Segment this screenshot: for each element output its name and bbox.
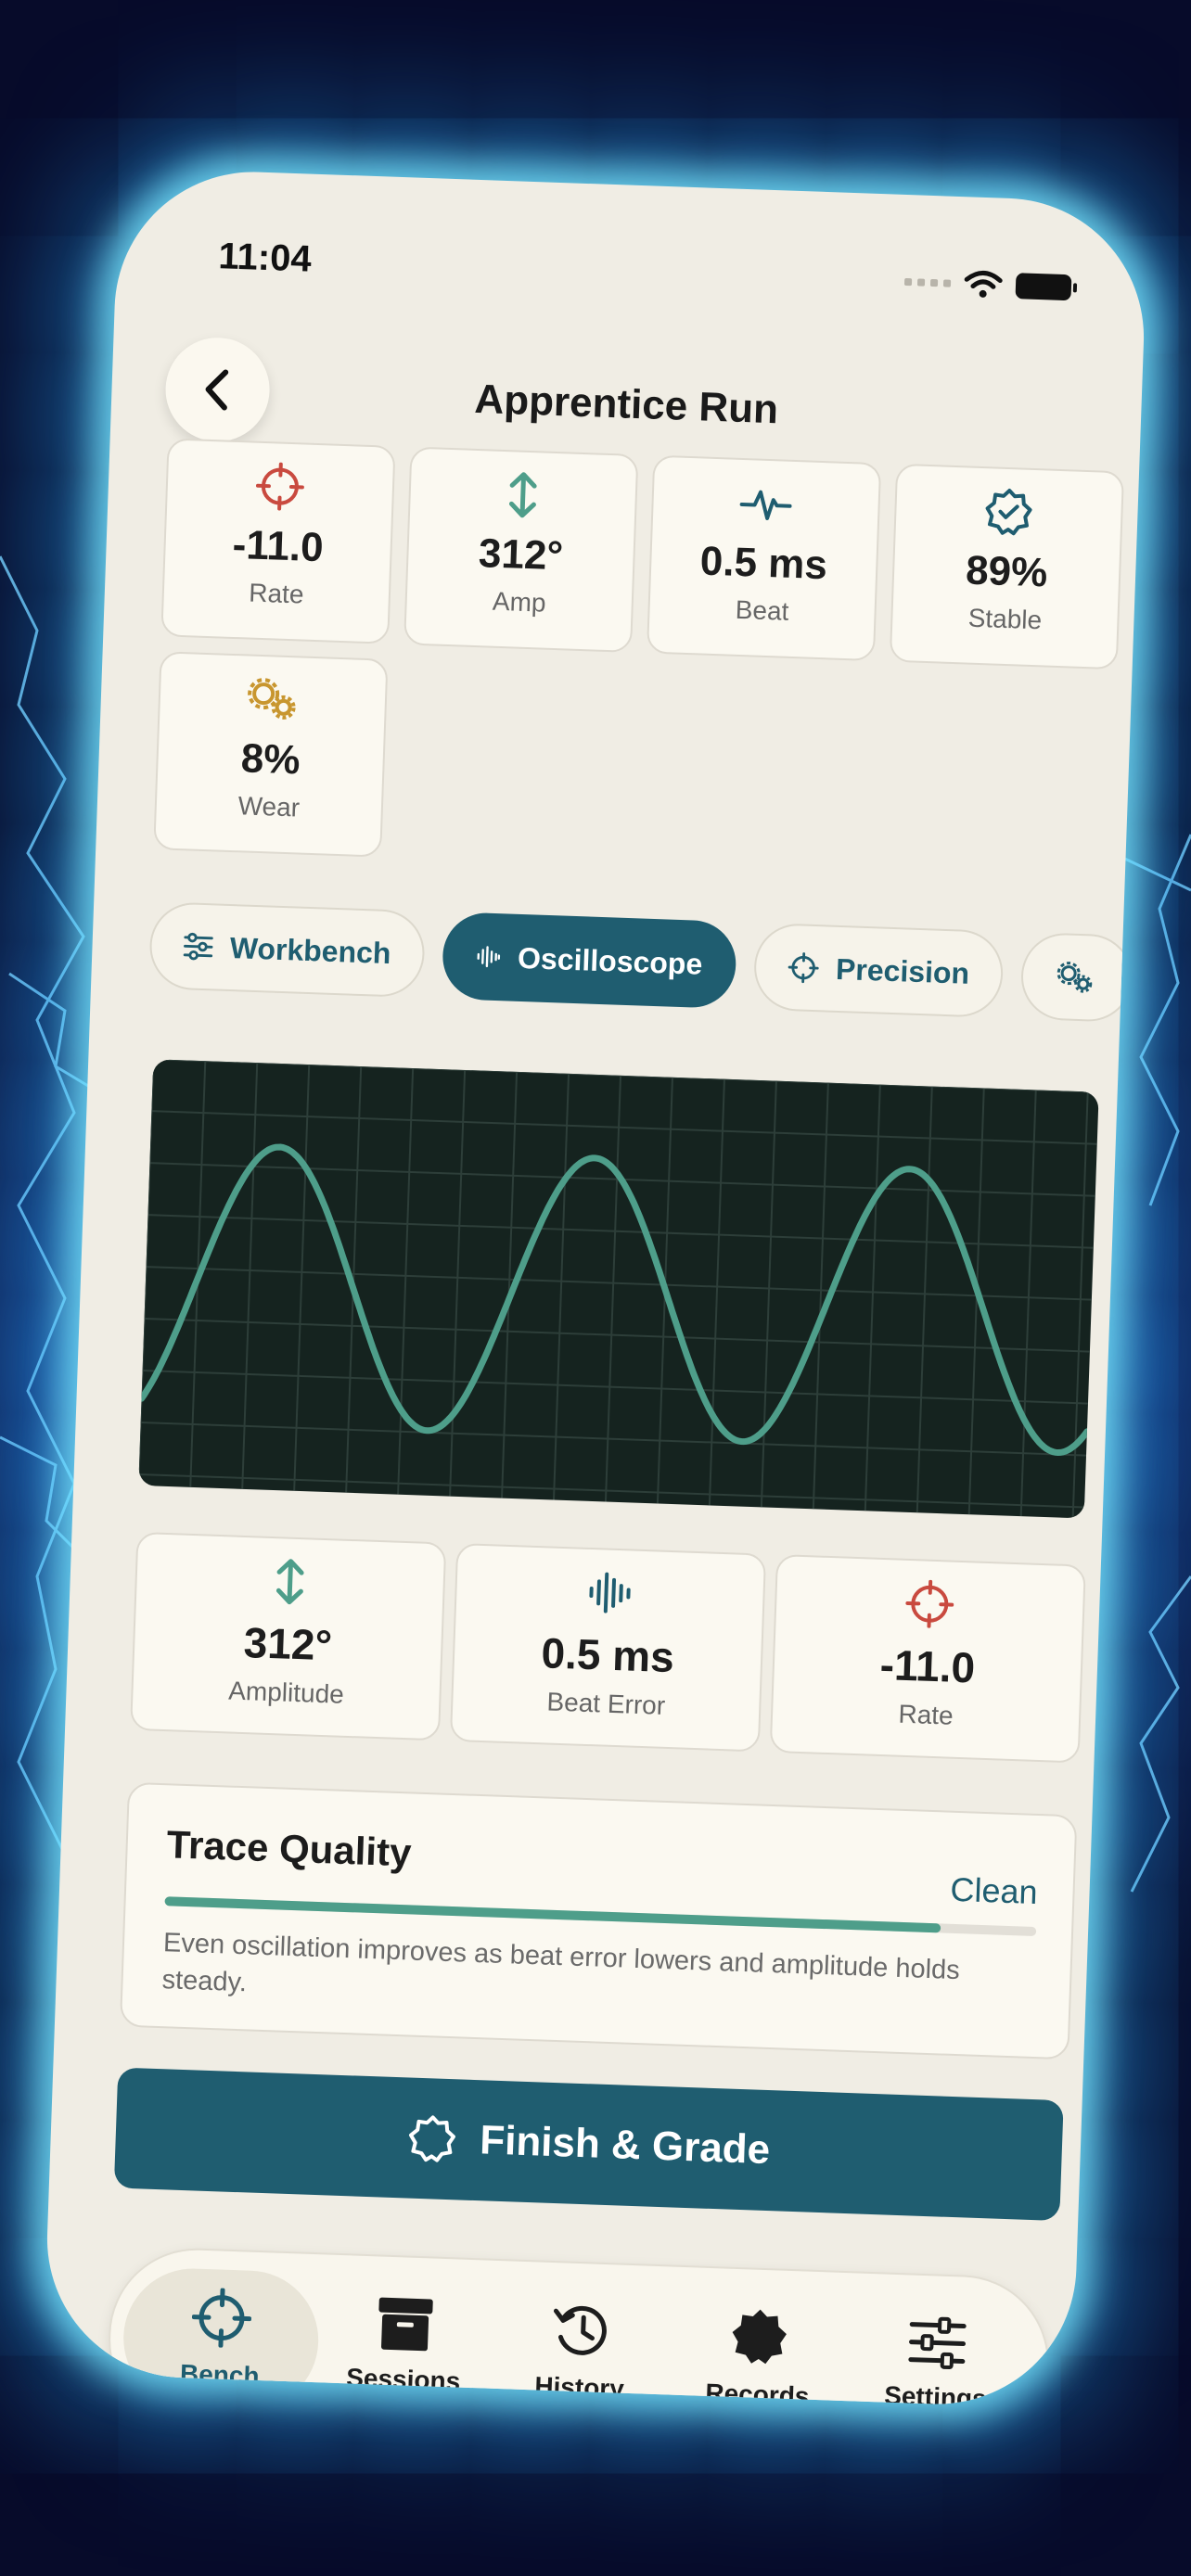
gears-icon: [248, 678, 296, 720]
grid-line: [138, 1473, 1085, 1509]
grid-line: [146, 1266, 1092, 1301]
phone-frame: 11:04 Apprentice Run -11.0 Rate 312° Amp…: [42, 167, 1149, 2409]
metric-value: -11.0: [231, 521, 325, 571]
waveform-icon: [477, 946, 501, 968]
trace-quality-card: Trace Quality Clean Even oscillation imp…: [119, 1781, 1078, 2060]
metric-card-amp: 312° Amp: [403, 446, 639, 653]
crosshair-icon: [905, 1579, 954, 1628]
oscilloscope-display: [138, 1059, 1099, 1519]
crosshair-icon: [191, 2288, 252, 2349]
pulse-icon: [739, 490, 792, 520]
status-time: 11:04: [217, 236, 313, 280]
metric-card-rate: -11.0 Rate: [160, 438, 396, 644]
vertical-arrows-icon: [275, 1559, 304, 1605]
trace-quality-description: Even oscillation improves as beat error …: [161, 1928, 961, 1998]
verified-badge-icon: [985, 489, 1032, 536]
grid-line: [864, 1084, 881, 1511]
waveform-trace: [138, 1143, 1091, 1457]
metric-card-beat: 0.5 ms Beat: [646, 454, 882, 662]
metric-label: Amp: [492, 586, 547, 618]
metric-value: 0.5 ms: [699, 538, 828, 589]
metric-card-stable: 89% Stable: [889, 463, 1125, 670]
crosshair-icon: [255, 462, 304, 511]
badge-outline-icon: [408, 2115, 455, 2162]
tab-label: Oscilloscope: [517, 940, 703, 981]
readout-amplitude: 312° Amplitude: [130, 1531, 447, 1741]
signal-dots-icon: [903, 277, 952, 287]
readout-value: 312°: [242, 1618, 333, 1670]
tab-workbench[interactable]: Workbench: [147, 901, 427, 999]
status-icons: [903, 267, 1072, 302]
sliders-icon: [908, 2316, 967, 2370]
grid-line: [604, 1075, 622, 1502]
tab-label: Workbench: [229, 930, 392, 970]
grid-line: [138, 1059, 155, 1486]
metric-label: Stable: [967, 603, 1043, 635]
grid-line: [1071, 1091, 1089, 1519]
app-screen: 11:04 Apprentice Run -11.0 Rate 312° Amp…: [42, 167, 1149, 2409]
tab-precision[interactable]: Precision: [752, 922, 1005, 1019]
grid-line: [144, 1318, 1090, 1353]
metric-value: 8%: [240, 735, 301, 784]
nav-item-records[interactable]: Records: [668, 2267, 851, 2409]
seal-badge-icon: [732, 2309, 787, 2365]
trace-quality-fill: [164, 1896, 941, 1933]
oscilloscope-trace: [138, 1059, 1099, 1519]
status-bar: 11:04: [217, 236, 1072, 321]
metric-label: Wear: [237, 791, 301, 823]
metric-card-wear: 8% Wear: [153, 651, 389, 858]
readout-rate: -11.0 Rate: [769, 1553, 1086, 1764]
grid-line: [397, 1067, 415, 1495]
archive-box-icon: [378, 2297, 433, 2352]
readout-label: Amplitude: [227, 1676, 345, 1709]
metric-value: 89%: [965, 547, 1049, 596]
waveform-icon: [589, 1572, 631, 1613]
vertical-arrows-icon: [508, 472, 537, 518]
tab-label: Precision: [835, 951, 970, 990]
page-title: Apprentice Run: [473, 376, 779, 433]
nav-item-settings[interactable]: Settings: [845, 2273, 1028, 2409]
grid-line: [142, 1370, 1089, 1405]
wifi-icon: [964, 270, 1003, 298]
grid-line: [151, 1110, 1097, 1145]
trace-quality-status: Clean: [949, 1869, 1039, 1912]
crosshair-icon: [788, 952, 819, 984]
gears-icon: [1057, 962, 1093, 993]
battery-icon: [1015, 273, 1072, 301]
nav-item-history[interactable]: History: [490, 2261, 672, 2409]
readout-label: Rate: [898, 1699, 954, 1730]
readout-label: Beat Error: [546, 1687, 666, 1720]
tab-oscilloscope[interactable]: Oscilloscope: [441, 912, 737, 1010]
readout-value: -11.0: [878, 1639, 977, 1692]
finish-grade-button[interactable]: Finish & Grade: [113, 2067, 1064, 2222]
metric-label: Beat: [735, 594, 789, 626]
history-clock-icon: [553, 2305, 607, 2355]
metric-value: 312°: [478, 530, 564, 580]
trace-quality-title: Trace Quality: [165, 1822, 413, 1875]
grid-line: [153, 1059, 1099, 1093]
finish-grade-label: Finish & Grade: [479, 2117, 771, 2174]
metric-label: Rate: [248, 578, 305, 609]
sliders-icon: [183, 932, 213, 961]
grid-line: [140, 1421, 1087, 1457]
readout-value: 0.5 ms: [540, 1628, 675, 1682]
readout-beat-error: 0.5 ms Beat Error: [449, 1542, 767, 1753]
tab-gears[interactable]: [1019, 931, 1134, 1023]
